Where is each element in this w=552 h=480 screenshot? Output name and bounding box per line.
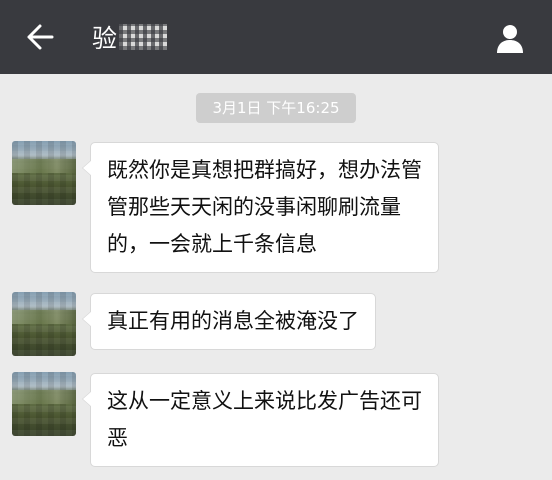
avatar[interactable]	[12, 292, 76, 356]
user-icon[interactable]	[494, 22, 526, 54]
message-line: 这从一定意义上来说比发广告还可	[107, 389, 422, 413]
message-line: 恶	[107, 426, 128, 450]
top-bar: 验	[0, 0, 552, 74]
message-line: 管那些天天闲的没事闲聊刷流量	[107, 195, 401, 219]
chat-title-text: 验	[92, 24, 118, 53]
message-line: 既然你是真想把群搞好，想办法管	[107, 158, 422, 182]
arrow-left-icon[interactable]	[22, 22, 54, 52]
avatar[interactable]	[12, 372, 76, 436]
chat-title: 验	[92, 16, 168, 58]
message-timestamp: 3月1日 下午16:25	[196, 93, 356, 123]
message-bubble[interactable]: 真正有用的消息全被淹没了	[82, 293, 376, 350]
message-bubble[interactable]: 这从一定意义上来说比发广告还可 恶	[82, 373, 439, 467]
avatar[interactable]	[12, 141, 76, 205]
message-line: 真正有用的消息全被淹没了	[107, 309, 359, 333]
message-bubble[interactable]: 既然你是真想把群搞好，想办法管 管那些天天闲的没事闲聊刷流量 的，一会就上千条信…	[82, 142, 439, 273]
pixelated-name-mask	[119, 24, 168, 50]
message-line: 的，一会就上千条信息	[107, 232, 317, 256]
